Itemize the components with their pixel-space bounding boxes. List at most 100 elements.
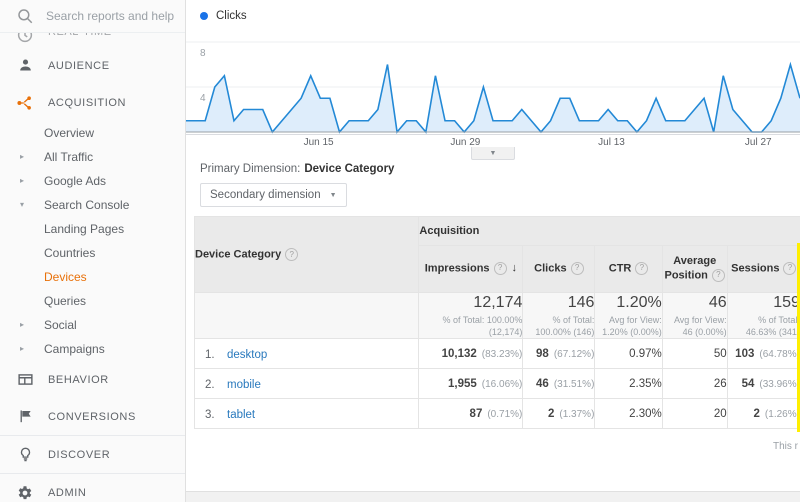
question-mark-icon[interactable]: ? (493, 261, 507, 275)
sidebar-item-label: All Traffic (44, 150, 94, 164)
cell-percent: (64.78%) (759, 348, 800, 360)
sidebar-item-campaigns[interactable]: ▸ Campaigns (0, 337, 185, 361)
column-header-device-category[interactable]: Device Category? (193, 216, 420, 293)
sidebar-item-all-traffic[interactable]: ▸ All Traffic (0, 145, 185, 169)
column-header-label: Impressions (424, 262, 490, 275)
analytics-app: REAL-TIME AUDIENCE (0, 0, 800, 502)
question-mark-icon[interactable]: ? (711, 268, 725, 282)
sidebar-item-label: Overview (44, 126, 95, 140)
sidebar-item-real-time[interactable]: REAL-TIME (0, 33, 185, 47)
column-header-label: Clicks (534, 262, 567, 275)
summary-value: 46 (708, 294, 727, 311)
device-category-table-container: Device Category? Acquisition Behavior Im… (186, 216, 800, 463)
clock-icon (16, 33, 34, 44)
row-link-desktop[interactable]: desktop (227, 349, 267, 361)
primary-dimension-label: Primary Dimension: (200, 163, 301, 175)
row-link-tablet[interactable]: tablet (227, 409, 255, 421)
sidebar-item-label: Devices (44, 270, 87, 284)
sidebar-item-label: ACQUISITION (48, 96, 127, 109)
cell-value: 54 (741, 377, 755, 390)
question-mark-icon[interactable]: ? (635, 261, 649, 275)
sidebar-item-conversions[interactable]: CONVERSIONS (0, 398, 185, 435)
row-cell-ctr: 2.35% (594, 368, 663, 400)
table-row[interactable]: 1. desktop 10,132 (83.23%) 98 (67.12%) 0.97… (193, 338, 800, 370)
column-header-average-position[interactable]: Average Position? (661, 245, 728, 293)
table-row[interactable]: 2. mobile 1,955 (16.06%) 46 (31.51%) 2.35% … (193, 368, 800, 400)
sidebar-item-behavior[interactable]: BEHAVIOR (0, 361, 185, 398)
cell-percent: (0.71%) (487, 408, 523, 420)
summary-value: 1.20% (616, 294, 662, 311)
clicks-chart-card: Clicks 8 4 Jun 15 Jun 29 Jul 13 Jul 27 ▼ (186, 0, 800, 160)
row-cell-sessions: 54 (33.96%) (726, 368, 800, 400)
x-tick-label: Jul 27 (744, 137, 772, 148)
secondary-dimension-button[interactable]: Secondary dimension ▼ (200, 183, 347, 207)
row-index: 1. (205, 348, 215, 361)
sidebar-item-label: Queries (44, 294, 87, 308)
column-header-label: Average Position (664, 255, 717, 282)
expand-arrow-icon: ▸ (20, 176, 25, 185)
expand-arrow-icon: ▸ (20, 344, 25, 353)
behavior-icon (16, 371, 34, 389)
sidebar-item-queries[interactable]: Queries (0, 289, 185, 313)
sidebar-item-search-console[interactable]: ▾ Search Console (0, 193, 185, 217)
sidebar-item-devices[interactable]: Devices (0, 265, 185, 289)
summary-subtext: % of Total: 100.00% (146) (535, 315, 595, 337)
sidebar-item-discover[interactable]: DISCOVER (0, 435, 185, 473)
column-header-label: Device Category (195, 248, 282, 261)
summary-subtext: Avg for View: 46 (0.00%) (673, 315, 727, 337)
summary-cell-impressions: 12,174 % of Total: 100.00% (12,174) (418, 291, 524, 340)
bulb-icon (16, 446, 34, 464)
row-cell-sessions: 103 (64.78%) (726, 338, 800, 370)
sidebar-item-countries[interactable]: Countries (0, 241, 185, 265)
search-bar[interactable] (0, 0, 185, 33)
column-header-impressions[interactable]: Impressions? ↓ (418, 245, 524, 293)
person-icon (16, 57, 34, 75)
summary-cell-clicks: 146 % of Total: 100.00% (146) (522, 291, 596, 340)
cell-value: 2 (753, 407, 760, 420)
row-dimension-cell: 1. desktop (193, 338, 420, 370)
secondary-dimension-label: Secondary dimension (210, 189, 321, 201)
row-cell-impressions: 1,955 (16.06%) (418, 368, 524, 400)
cell-percent: (83.23%) (481, 348, 523, 360)
sidebar-item-landing-pages[interactable]: Landing Pages (0, 217, 185, 241)
cell-value: 87 (469, 407, 483, 420)
chart-plot-area[interactable]: 8 4 (186, 24, 800, 134)
sidebar: REAL-TIME AUDIENCE (0, 0, 186, 502)
collapse-arrow-icon: ▾ (20, 200, 25, 209)
row-cell-average-position: 20 (661, 398, 728, 430)
summary-value: 146 (567, 294, 595, 311)
column-header-ctr[interactable]: CTR? (594, 245, 663, 293)
group-header-acquisition: Acquisition (418, 216, 800, 246)
sidebar-item-label: Campaigns (44, 342, 105, 356)
secondary-dimension-row: Secondary dimension ▼ (186, 175, 800, 216)
column-header-sessions[interactable]: Sessions? (726, 245, 800, 293)
row-cell-ctr: 2.30% (594, 398, 663, 430)
sidebar-item-overview[interactable]: Overview (0, 121, 185, 145)
question-mark-icon[interactable]: ? (570, 261, 584, 275)
device-category-table: Device Category? Acquisition Behavior Im… (193, 216, 800, 430)
search-input[interactable] (46, 9, 185, 23)
sidebar-item-audience[interactable]: AUDIENCE (0, 47, 185, 84)
row-cell-clicks: 2 (1.37%) (522, 398, 596, 430)
table-group-header-row: Device Category? Acquisition Behavior (193, 216, 800, 293)
summary-cell-ctr: 1.20% Avg for View: 1.20% (0.00%) (594, 291, 663, 340)
cell-value: 1,955 (448, 377, 477, 390)
table-row[interactable]: 3. tablet 87 (0.71%) 2 (1.37%) 2.30% 20 2 (1… (193, 398, 800, 430)
question-mark-icon[interactable]: ? (783, 261, 797, 275)
sidebar-item-label: Social (44, 318, 77, 332)
row-cell-impressions: 10,132 (83.23%) (418, 338, 524, 370)
cell-percent: (1.37%) (559, 408, 595, 420)
sidebar-item-label: Countries (44, 246, 96, 260)
sidebar-item-google-ads[interactable]: ▸ Google Ads (0, 169, 185, 193)
sidebar-item-acquisition[interactable]: ACQUISITION (0, 84, 185, 121)
expand-arrow-icon: ▸ (20, 152, 25, 161)
chart-collapse-handle[interactable]: ▼ (471, 147, 515, 160)
row-link-mobile[interactable]: mobile (227, 379, 261, 391)
sidebar-item-social[interactable]: ▸ Social (0, 313, 185, 337)
cell-percent: (67.12%) (553, 348, 595, 360)
summary-cell-sessions: 159 % of Total: 46.63% (341) (726, 291, 800, 340)
sidebar-item-admin[interactable]: ADMIN (0, 473, 185, 502)
column-header-clicks[interactable]: Clicks? (522, 245, 596, 293)
question-mark-icon[interactable]: ? (285, 248, 299, 261)
primary-dimension-value[interactable]: Device Category (304, 163, 394, 175)
